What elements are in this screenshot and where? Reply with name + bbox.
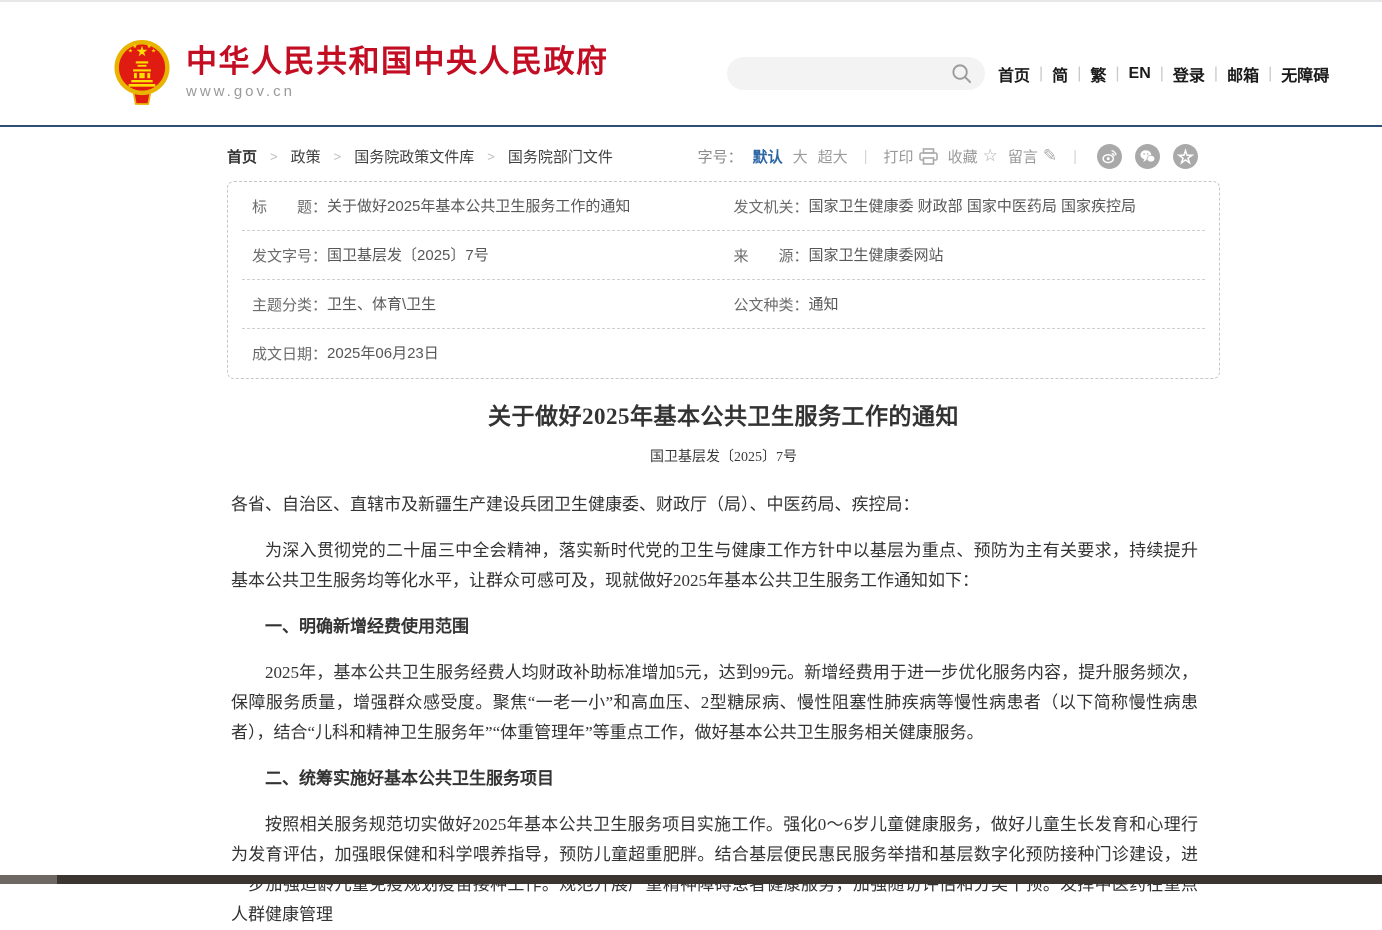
site-logo[interactable]: 中华人民共和国中央人民政府 www.gov.cn <box>110 38 609 106</box>
top-nav: 首页 | 简 | 繁 | EN | 登录 | 邮箱 | 无障碍 <box>998 62 1329 86</box>
breadcrumb-policy-library[interactable]: 国务院政策文件库 <box>354 146 474 167</box>
header-rule <box>0 125 1382 127</box>
document-number: 国卫基层发〔2025〕7号 <box>231 446 1216 466</box>
nav-traditional[interactable]: 繁 <box>1090 62 1106 86</box>
meta-title-label: 标 题： <box>242 196 327 217</box>
meta-source-label: 来 源： <box>724 245 809 266</box>
meta-date-label: 成文日期： <box>242 343 327 364</box>
qzone-star-icon <box>1177 148 1194 165</box>
breadcrumb-separator: > <box>270 149 278 164</box>
national-emblem-icon <box>110 38 174 106</box>
favorite-label: 收藏 <box>948 146 978 167</box>
nav-home[interactable]: 首页 <box>998 62 1030 86</box>
section-heading-1: 一、明确新增经费使用范围 <box>231 612 1198 642</box>
meta-issuing-agency-value: 国家卫生健康委 财政部 国家中医药局 国家疾控局 <box>809 196 1137 217</box>
document-body: 各省、自治区、直辖市及新疆生产建设兵团卫生健康委、财政厅（局）、中医药局、疾控局… <box>231 490 1216 930</box>
paragraph: 2025年，基本公共卫生服务经费人均财政补助标准增加5元，达到99元。新增经费用… <box>231 658 1198 748</box>
paragraph-salutation: 各省、自治区、直辖市及新疆生产建设兵团卫生健康委、财政厅（局）、中医药局、疾控局… <box>231 490 1198 520</box>
meta-title-value: 关于做好2025年基本公共卫生服务工作的通知 <box>327 196 630 217</box>
site-header: 中华人民共和国中央人民政府 www.gov.cn 首页 | 简 | 繁 | EN… <box>0 2 1382 125</box>
comment-label: 留言 <box>1008 146 1038 167</box>
document-title: 关于做好2025年基本公共卫生服务工作的通知 <box>231 397 1216 431</box>
share-weibo-button[interactable] <box>1097 144 1122 169</box>
meta-source-value: 国家卫生健康委网站 <box>809 245 944 266</box>
page-toolbar: 字号： 默认 大 超大 | 打印 收藏 ☆ 留言 ✎ | <box>698 144 1198 169</box>
nav-divider: | <box>1214 65 1218 83</box>
meta-topic-label: 主题分类： <box>242 294 327 315</box>
meta-doc-type-value: 通知 <box>809 294 839 315</box>
nav-accessibility[interactable]: 无障碍 <box>1281 62 1329 86</box>
wechat-icon <box>1139 148 1156 165</box>
font-size-label: 字号： <box>698 146 743 167</box>
nav-mail[interactable]: 邮箱 <box>1227 62 1259 86</box>
meta-topic-value: 卫生、体育\卫生 <box>327 294 436 315</box>
print-button[interactable]: 打印 <box>884 146 938 167</box>
share-buttons <box>1097 144 1198 169</box>
breadcrumb-department-docs[interactable]: 国务院部门文件 <box>508 146 613 167</box>
meta-doc-number-label: 发文字号： <box>242 245 327 266</box>
search-box[interactable] <box>727 57 985 90</box>
nav-divider: | <box>1115 65 1119 83</box>
breadcrumb-separator: > <box>334 149 342 164</box>
star-icon: ☆ <box>983 146 998 166</box>
site-url: www.gov.cn <box>186 83 609 100</box>
search-icon[interactable] <box>951 63 972 84</box>
meta-row: 成文日期： 2025年06月23日 <box>242 329 1205 378</box>
nav-simplified[interactable]: 简 <box>1052 62 1068 86</box>
printer-icon <box>919 148 938 165</box>
nav-divider: | <box>1039 65 1043 83</box>
meta-doc-number-value: 国卫基层发〔2025〕7号 <box>327 245 489 266</box>
breadcrumb-home[interactable]: 首页 <box>227 146 257 167</box>
nav-divider: | <box>1268 65 1272 83</box>
document-meta-box: 标 题： 关于做好2025年基本公共卫生服务工作的通知 发文机关： 国家卫生健康… <box>227 181 1220 379</box>
nav-login[interactable]: 登录 <box>1173 62 1205 86</box>
weibo-icon <box>1101 148 1118 165</box>
meta-row: 标 题： 关于做好2025年基本公共卫生服务工作的通知 发文机关： 国家卫生健康… <box>242 182 1205 231</box>
font-size-xlarge-button[interactable]: 超大 <box>818 146 848 167</box>
font-size-default-button[interactable]: 默认 <box>753 146 783 167</box>
toolbar-divider: | <box>1067 148 1083 165</box>
paragraph: 为深入贯彻党的二十届三中全会精神，落实新时代党的卫生与健康工作方针中以基层为重点… <box>231 536 1198 596</box>
search-input[interactable] <box>727 57 985 90</box>
favorite-button[interactable]: 收藏 ☆ <box>948 146 998 167</box>
meta-date-value: 2025年06月23日 <box>327 343 439 364</box>
pencil-icon: ✎ <box>1043 146 1057 166</box>
meta-row: 主题分类： 卫生、体育\卫生 公文种类： 通知 <box>242 280 1205 329</box>
nav-divider: | <box>1160 65 1164 83</box>
meta-issuing-agency-label: 发文机关： <box>724 196 809 217</box>
site-title: 中华人民共和国中央人民政府 <box>186 44 609 80</box>
nav-english[interactable]: EN <box>1129 65 1151 83</box>
footer-bar-segment <box>0 875 57 884</box>
breadcrumb-separator: > <box>487 149 495 164</box>
main-content: 首页 > 政策 > 国务院政策文件库 > 国务院部门文件 字号： 默认 大 超大… <box>227 143 1220 930</box>
print-label: 打印 <box>884 146 914 167</box>
meta-doc-type-label: 公文种类： <box>724 294 809 315</box>
comment-button[interactable]: 留言 ✎ <box>1008 146 1057 167</box>
breadcrumb-policy[interactable]: 政策 <box>291 146 321 167</box>
document-article: 关于做好2025年基本公共卫生服务工作的通知 国卫基层发〔2025〕7号 各省、… <box>227 397 1220 930</box>
breadcrumb: 首页 > 政策 > 国务院政策文件库 > 国务院部门文件 <box>227 146 613 167</box>
share-wechat-button[interactable] <box>1135 144 1160 169</box>
section-heading-2: 二、统筹实施好基本公共卫生服务项目 <box>231 764 1198 794</box>
nav-divider: | <box>1077 65 1081 83</box>
footer-bar <box>0 875 1382 884</box>
meta-row: 发文字号： 国卫基层发〔2025〕7号 来 源： 国家卫生健康委网站 <box>242 231 1205 280</box>
font-size-large-button[interactable]: 大 <box>793 146 808 167</box>
toolbar-divider: | <box>858 148 874 165</box>
paragraph: 按照相关服务规范切实做好2025年基本公共卫生服务项目实施工作。强化0～6岁儿童… <box>231 810 1198 930</box>
share-qzone-button[interactable] <box>1173 144 1198 169</box>
